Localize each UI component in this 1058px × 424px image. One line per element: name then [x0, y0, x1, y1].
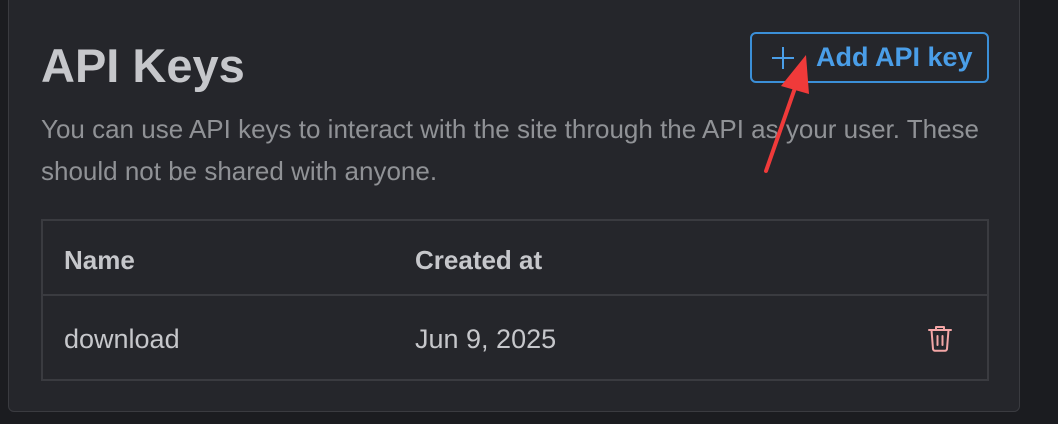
page-title: API Keys [41, 39, 245, 92]
section-description: You can use API keys to interact with th… [41, 114, 980, 186]
trash-icon[interactable] [927, 324, 953, 352]
column-header-created-at: Created at [415, 245, 543, 275]
column-header-name: Name [64, 245, 135, 275]
table-header: Name Created at [43, 221, 987, 296]
table-row: download Jun 9, 2025 [43, 296, 987, 381]
api-keys-table: Name Created at download Jun 9, 2025 [41, 219, 989, 381]
plus-icon [772, 46, 794, 69]
add-api-key-button[interactable]: Add API key [750, 32, 989, 83]
key-name-cell: download [64, 324, 180, 354]
key-created-at-cell: Jun 9, 2025 [415, 324, 557, 354]
add-api-key-label: Add API key [816, 42, 973, 72]
